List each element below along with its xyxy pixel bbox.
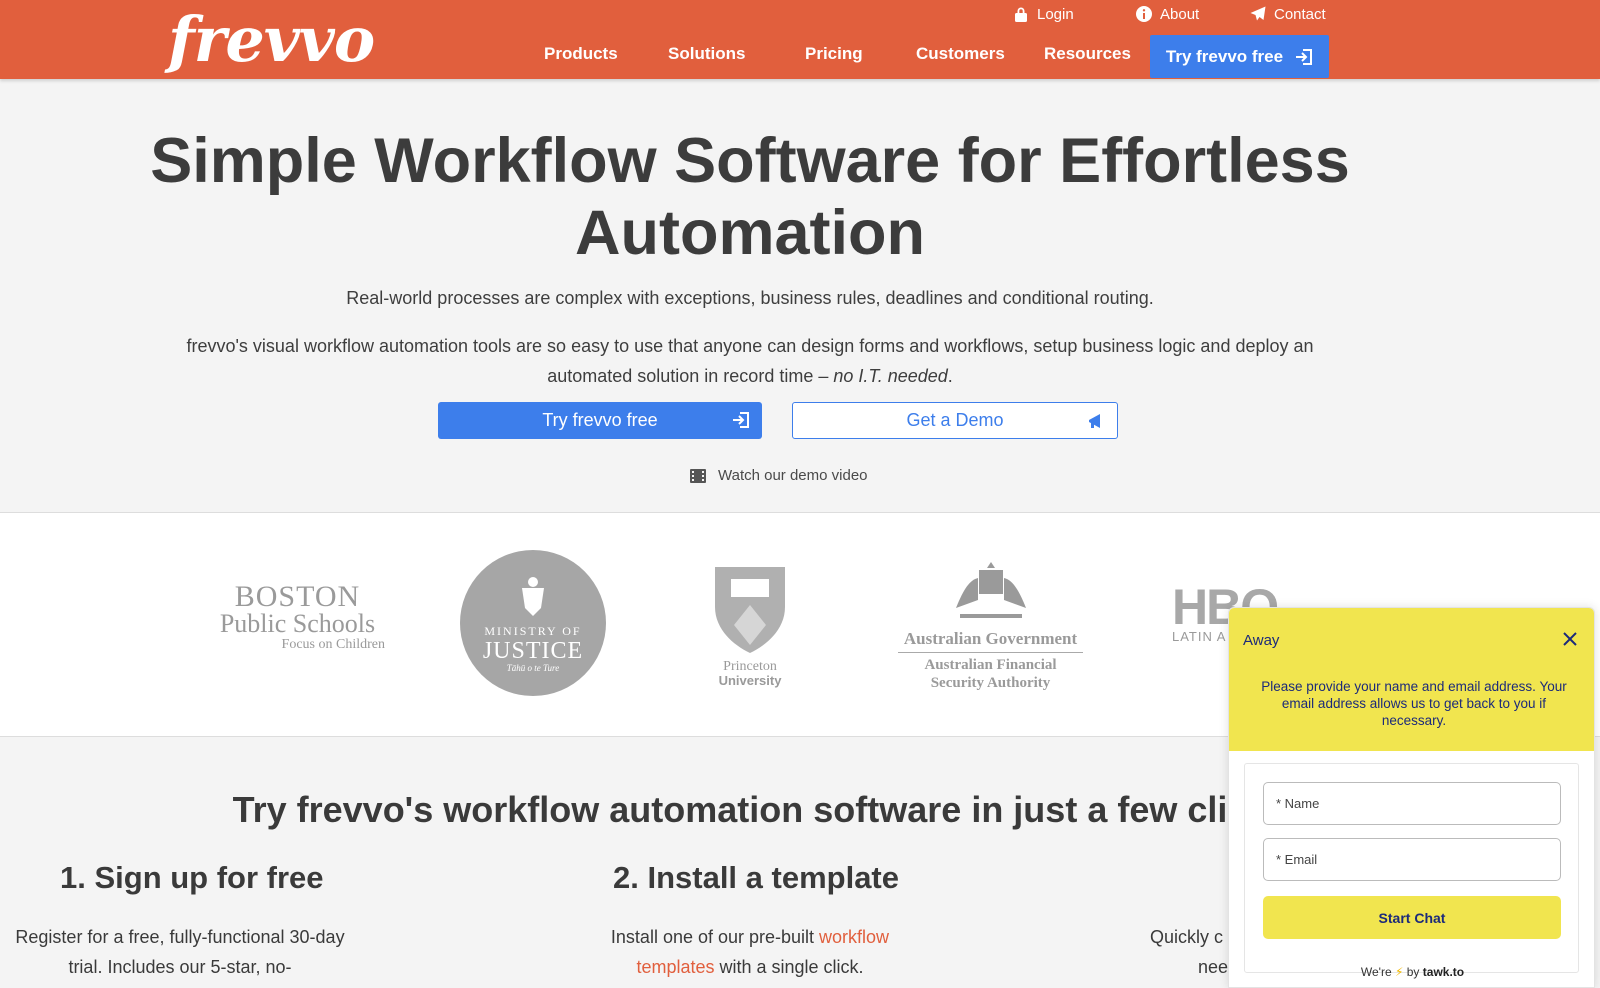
- boston-logo-line2: Public Schools: [219, 609, 376, 638]
- nav-solutions[interactable]: Solutions: [668, 44, 745, 64]
- aus-logo-line1: Australian Government: [898, 629, 1083, 653]
- top-navigation-bar: frevvo Login About Contact Products Solu…: [0, 0, 1600, 79]
- lightning-icon: ⚡: [1394, 965, 1404, 979]
- princeton-shield-icon: [715, 567, 785, 653]
- chat-footer[interactable]: We're ⚡ by tawk.to: [1229, 965, 1594, 979]
- step3-text-line2: nee: [1198, 957, 1229, 977]
- paper-plane-icon: [1250, 6, 1266, 21]
- ministry-of-justice-logo: MINISTRY OF JUSTICE Tāhū o te Ture: [460, 550, 606, 696]
- step2-heading: 2. Install a template: [613, 860, 899, 895]
- get-demo-button[interactable]: Get a Demo: [792, 402, 1118, 439]
- boston-public-schools-logo: BOSTON Public Schools Focus on Children: [210, 580, 385, 653]
- chat-form: Start Chat: [1244, 763, 1579, 973]
- aus-logo-line2: Australian Financial: [924, 657, 1057, 673]
- princeton-university-logo: Princeton University: [705, 565, 795, 687]
- nav-pricing[interactable]: Pricing: [805, 44, 863, 64]
- chat-message: Please provide your name and email addre…: [1261, 679, 1567, 728]
- nav-products[interactable]: Products: [544, 44, 618, 64]
- megaphone-icon: [1087, 412, 1105, 435]
- boston-logo-line3: Focus on Children: [281, 637, 385, 652]
- tawk-chat-widget: Away Please provide your name and email …: [1228, 607, 1595, 988]
- hero-description-emphasis: no I.T. needed: [833, 366, 948, 386]
- login-link[interactable]: Login: [1013, 4, 1074, 24]
- sign-in-icon: [732, 411, 750, 434]
- step2-text-pre: Install one of our pre-built: [610, 927, 820, 947]
- login-label: Login: [1037, 5, 1074, 23]
- step1-heading: 1. Sign up for free: [60, 860, 324, 895]
- australian-government-logo: Australian Government Australian Financi…: [898, 558, 1083, 692]
- chat-close-button[interactable]: [1561, 630, 1579, 648]
- contact-label: Contact: [1274, 5, 1326, 23]
- hero-subtitle: Real-world processes are complex with ex…: [346, 288, 1154, 308]
- about-label: About: [1160, 5, 1200, 23]
- princeton-logo-line1: Princeton: [723, 659, 777, 674]
- close-icon: [1563, 632, 1577, 646]
- contact-link[interactable]: Contact: [1250, 4, 1326, 24]
- get-demo-label: Get a Demo: [906, 410, 1004, 430]
- page-title: Simple Workflow Software for Effortless …: [150, 126, 1350, 268]
- step3-text-line1: Quickly c: [1150, 927, 1224, 947]
- hero-description-end: .: [947, 366, 953, 386]
- try-free-button[interactable]: Try frevvo free: [438, 402, 762, 439]
- try-free-nav-button[interactable]: Try frevvo free: [1150, 35, 1329, 78]
- step2-text-post: with a single click.: [714, 957, 864, 977]
- moj-logo-line3: Tāhū o te Ture: [506, 662, 560, 673]
- chat-footer-pre: We're: [1360, 965, 1392, 979]
- frevvo-logo[interactable]: frevvo: [168, 2, 375, 78]
- moj-logo-line2: JUSTICE: [482, 637, 584, 664]
- coat-of-arms-icon: [522, 576, 544, 616]
- try-free-nav-label: Try frevvo free: [1165, 46, 1284, 66]
- start-chat-button[interactable]: Start Chat: [1263, 896, 1561, 939]
- chat-header: Away Please provide your name and email …: [1229, 608, 1594, 751]
- hero-description-text: frevvo's visual workflow automation tool…: [186, 336, 1314, 386]
- chat-name-input[interactable]: [1263, 782, 1561, 825]
- watch-demo-video-label: Watch our demo video: [718, 467, 868, 484]
- step1-text: Register for a free, fully-functional 30…: [15, 927, 345, 977]
- sign-in-icon: [1296, 48, 1313, 65]
- boston-logo-line1: BOSTON: [234, 580, 361, 613]
- film-icon: [690, 468, 706, 483]
- lock-icon: [1015, 7, 1027, 22]
- australian-crest-icon: [955, 562, 1026, 618]
- chat-status: Away: [1243, 632, 1280, 649]
- step2-text: Install one of our pre-built workflow te…: [585, 922, 915, 982]
- aus-logo-line3: Security Authority: [930, 675, 1051, 691]
- hero-description: frevvo's visual workflow automation tool…: [180, 331, 1320, 391]
- info-icon: [1136, 6, 1152, 22]
- about-link[interactable]: About: [1136, 4, 1199, 24]
- nav-customers[interactable]: Customers: [916, 44, 1005, 64]
- try-free-label: Try frevvo free: [542, 410, 658, 430]
- nav-resources[interactable]: Resources: [1044, 44, 1131, 64]
- tawk-brand: tawk.to: [1422, 965, 1465, 979]
- chat-email-input[interactable]: [1263, 838, 1561, 881]
- chat-footer-by: by: [1406, 965, 1420, 979]
- watch-demo-video-link[interactable]: Watch our demo video: [690, 467, 868, 484]
- step3-text: Quickly c nee: [1150, 922, 1230, 982]
- princeton-logo-line2: University: [718, 673, 782, 688]
- moj-logo-line1: MINISTRY OF: [484, 623, 582, 638]
